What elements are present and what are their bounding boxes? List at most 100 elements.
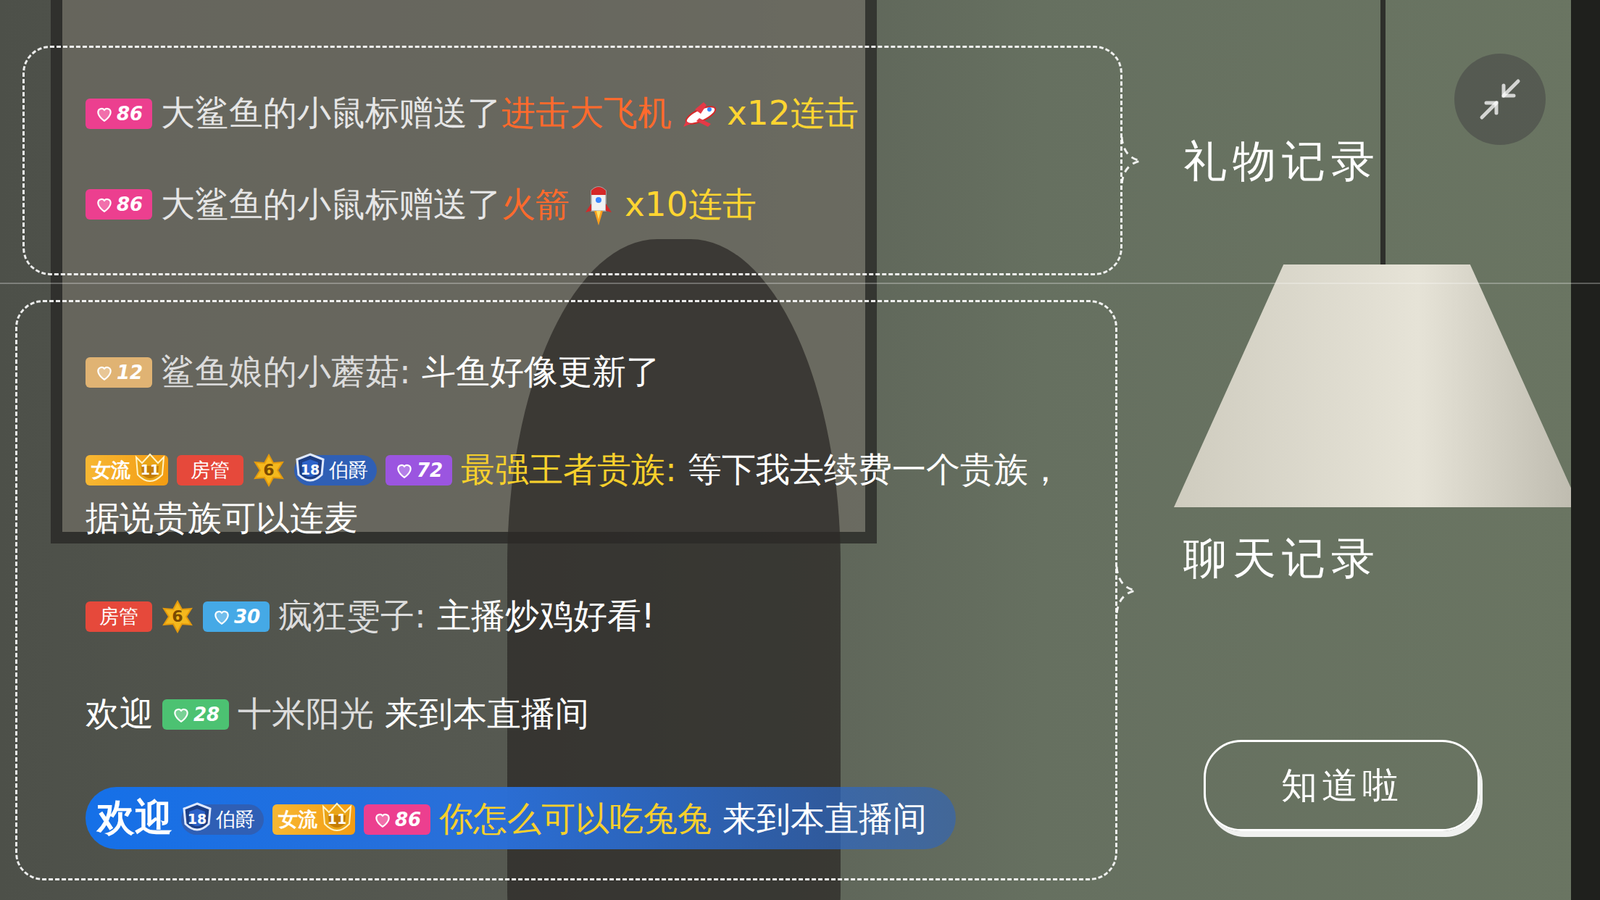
welcome-suffix: 来到本直播间	[722, 798, 927, 839]
user-badge: 6	[252, 453, 286, 487]
user-name: 最强王者贵族:	[460, 449, 677, 490]
live-room-guide: 86大鲨鱼的小鼠标赠送了进击大飞机x12连击86大鲨鱼的小鼠标赠送了火箭x10连…	[0, 0, 1600, 900]
gift-record-box: 86大鲨鱼的小鼠标赠送了进击大飞机x12连击86大鲨鱼的小鼠标赠送了火箭x10连…	[22, 45, 1123, 276]
collapse-icon[interactable]	[1454, 53, 1546, 145]
shield-icon: 18	[294, 452, 327, 488]
user-badge: 12	[85, 357, 153, 388]
user-badge: 72	[385, 455, 453, 486]
got-it-button[interactable]: 知道啦	[1203, 739, 1480, 832]
level-number: 86	[394, 810, 422, 829]
crown-icon: 11	[320, 802, 354, 837]
gift-record-label: 礼物记录	[1183, 128, 1381, 194]
star-level: 6	[252, 461, 286, 478]
chat-record-box: 12鲨鱼娘的小蘑菇: 斗鱼好像更新了女流11房管618伯爵72最强王者贵族: 等…	[15, 300, 1118, 881]
crown-icon: 11	[133, 452, 167, 488]
star-icon: 6	[252, 453, 286, 487]
user-badge: 6	[160, 600, 195, 634]
shield-icon: 18	[181, 802, 214, 837]
user-badge: 30	[202, 601, 270, 632]
welcome-message: 欢迎18伯爵女流1186你怎么可以吃兔兔 来到本直播间	[85, 786, 1082, 850]
level-badge: 72	[385, 455, 453, 486]
heart-icon	[394, 460, 414, 480]
welcome-message: 欢迎 28 十米阳光 来到本直播间	[85, 689, 1082, 738]
user-badge: 28	[162, 699, 229, 730]
user-name: 鲨鱼娘的小蘑菇:	[160, 351, 411, 392]
plane-icon	[681, 91, 720, 135]
user-badge: 18伯爵	[181, 804, 264, 835]
chat-message: 房管630疯狂雯子: 主播炒鸡好看!	[85, 591, 1082, 640]
user-name-text: 鲨鱼娘的小蘑菇:	[160, 351, 411, 392]
gift-sender: 大鲨鱼的小鼠标	[160, 184, 400, 224]
welcome-prefix: 欢迎	[97, 795, 173, 840]
heart-icon	[94, 104, 114, 124]
user-name-text: 最强王者贵族:	[460, 449, 677, 490]
gift-verb: 赠送了	[399, 92, 502, 133]
gift-sender: 大鲨鱼的小鼠标	[160, 92, 400, 133]
rocket-icon	[579, 181, 618, 227]
user-badge: 18伯爵	[294, 455, 377, 486]
level-badge: 86	[85, 98, 153, 129]
user-name: 疯狂雯子:	[278, 595, 427, 636]
level-badge: 12	[85, 357, 153, 388]
admin-badge: 房管	[176, 455, 244, 486]
star-icon: 6	[160, 600, 195, 634]
user-badge: 女流11	[85, 455, 169, 486]
user-badge: 86	[85, 98, 153, 129]
message-text: 斗鱼好像更新了	[421, 351, 661, 392]
gift-row: 86 大鲨鱼的小鼠标赠送了火箭 x10连击	[85, 182, 1092, 230]
heart-icon	[94, 194, 114, 214]
user-name-text: 十米阳光	[237, 693, 374, 734]
level-badge: 86	[363, 804, 431, 835]
level-number: 30	[234, 607, 261, 627]
noble-welcome-bar: 欢迎18伯爵女流1186你怎么可以吃兔兔 来到本直播间	[85, 786, 956, 850]
noble-badge: 18伯爵	[181, 804, 264, 835]
admin-badge: 房管	[85, 601, 153, 632]
chat-message: 女流11房管618伯爵72最强王者贵族: 等下我去续费一个贵族，据说贵族可以连麦	[85, 444, 1082, 543]
user-name-text: 疯狂雯子:	[278, 595, 427, 636]
level-badge: 86	[85, 189, 153, 220]
chat-record-label: 聊天记录	[1183, 525, 1381, 591]
noble-level: 18	[294, 463, 327, 477]
welcome-suffix: 来到本直播间	[384, 693, 590, 734]
user-badge: 86	[363, 804, 431, 835]
fan-club-name: 女流	[91, 460, 131, 480]
fan-level: 11	[133, 463, 167, 477]
heart-icon	[171, 705, 191, 724]
level-number: 86	[116, 194, 143, 214]
gift-row: 86 大鲨鱼的小鼠标赠送了进击大飞机 x12连击	[85, 91, 1092, 138]
heart-icon	[373, 810, 393, 829]
user-name-text: 你怎么可以吃兔兔	[439, 798, 712, 839]
gift-name: 火箭	[501, 184, 570, 224]
fan-badge: 女流11	[85, 455, 169, 486]
gift-name: 进击大飞机	[501, 92, 672, 133]
gift-verb: 赠送了	[399, 184, 502, 224]
user-badge: 房管	[176, 455, 244, 486]
noble-badge: 18伯爵	[294, 455, 377, 486]
admin-label: 房管	[190, 460, 230, 480]
fan-club-name: 女流	[278, 809, 318, 829]
noble-title: 伯爵	[215, 809, 256, 829]
brace-point-icon	[1115, 565, 1137, 616]
level-number: 86	[116, 104, 143, 124]
user-name: 你怎么可以吃兔兔	[439, 798, 712, 839]
star-level: 6	[160, 607, 195, 624]
user-badge: 房管	[85, 601, 153, 632]
user-badge: 86	[85, 189, 153, 220]
admin-label: 房管	[99, 606, 139, 627]
gift-combo: x10连击	[624, 184, 757, 224]
heart-icon	[212, 607, 232, 627]
fan-level: 11	[320, 812, 354, 827]
noble-title: 伯爵	[328, 460, 369, 480]
welcome-prefix: 欢迎	[85, 693, 154, 734]
user-badge: 女流11	[272, 804, 356, 835]
gift-combo: x12连击	[726, 92, 859, 133]
chat-message: 12 鲨鱼娘的小蘑菇: 斗鱼好像更新了	[85, 347, 1082, 396]
gift-section: 86大鲨鱼的小鼠标赠送了进击大飞机x12连击86大鲨鱼的小鼠标赠送了火箭x10连…	[0, 45, 1600, 276]
level-badge: 28	[162, 699, 229, 730]
brace-point-icon	[1120, 135, 1143, 187]
level-number: 28	[193, 705, 220, 724]
level-number: 72	[416, 460, 443, 480]
fan-badge: 女流11	[272, 804, 356, 835]
level-number: 12	[116, 363, 143, 382]
section-divider	[0, 282, 1600, 285]
